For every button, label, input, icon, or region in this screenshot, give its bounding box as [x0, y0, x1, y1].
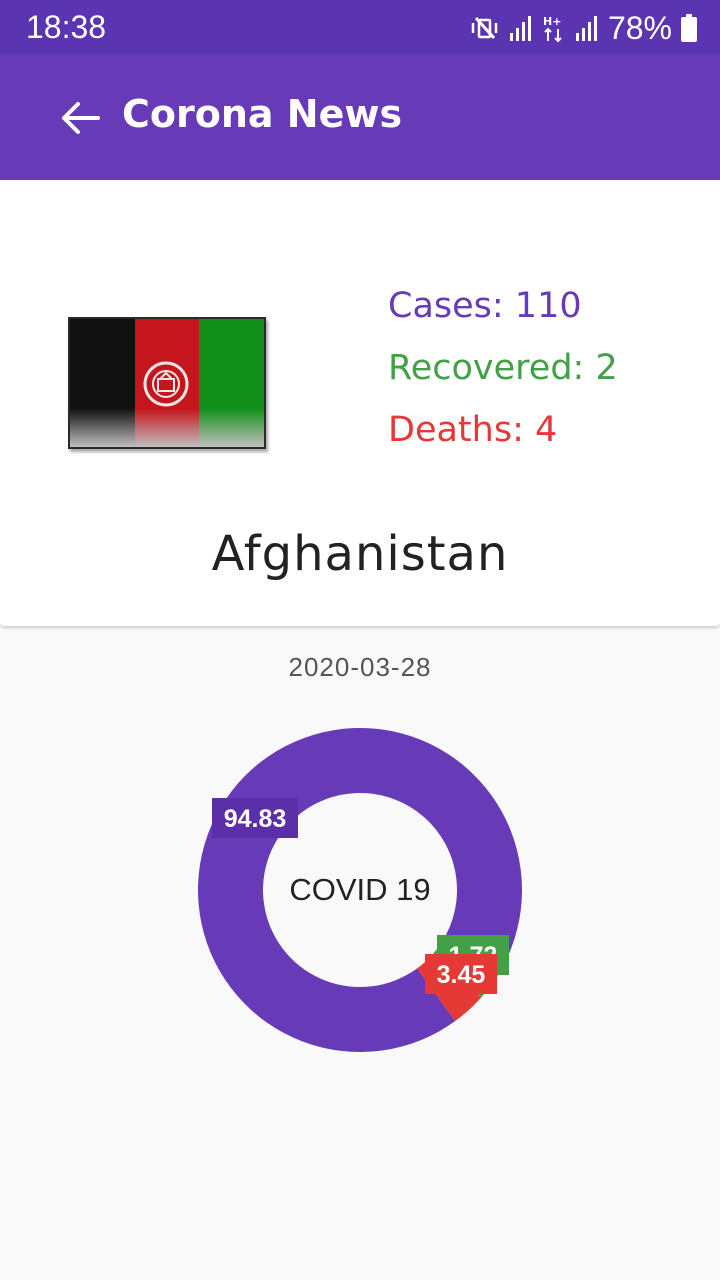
status-time: 18:38: [26, 9, 107, 45]
signal-icon: [575, 16, 597, 41]
slice-value-0: 94.83: [224, 805, 287, 833]
mute-vibrate-icon: [471, 16, 498, 40]
app-title: Corona News: [122, 92, 403, 136]
flag-stripe-black: [70, 319, 135, 447]
status-bar: 18:38 H+ 78%: [0, 0, 720, 54]
chart-center-label: COVID 19: [289, 872, 430, 907]
country-card: Cases: 110 Recovered: 2 Deaths: 4 Afghan…: [0, 180, 720, 626]
battery-icon: [681, 14, 697, 42]
report-date: 2020-03-28: [288, 652, 432, 682]
cases-stat: Cases: 110: [388, 286, 582, 326]
svg-text:H+: H+: [543, 15, 561, 28]
flag-stripe-green: [199, 319, 265, 447]
slice-value-2: 3.45: [437, 961, 486, 989]
slice-label-0: 94.83: [212, 798, 298, 838]
recovered-stat: Recovered: 2: [388, 348, 618, 388]
status-icons: H+ 78%: [470, 8, 698, 48]
battery-percent: 78%: [607, 9, 672, 46]
deaths-stat: Deaths: 4: [388, 410, 558, 450]
afghanistan-flag-icon: [68, 317, 266, 449]
hplus-data-icon: H+: [543, 15, 562, 43]
covid-donut-chart: COVID 19 94.831.723.45: [197, 728, 522, 1052]
signal-icon: [509, 16, 531, 41]
flag-emblem-icon: [143, 361, 189, 407]
country-name: Afghanistan: [211, 526, 509, 582]
arrow-left-icon[interactable]: [58, 96, 102, 140]
app-bar: Corona News: [0, 54, 720, 180]
